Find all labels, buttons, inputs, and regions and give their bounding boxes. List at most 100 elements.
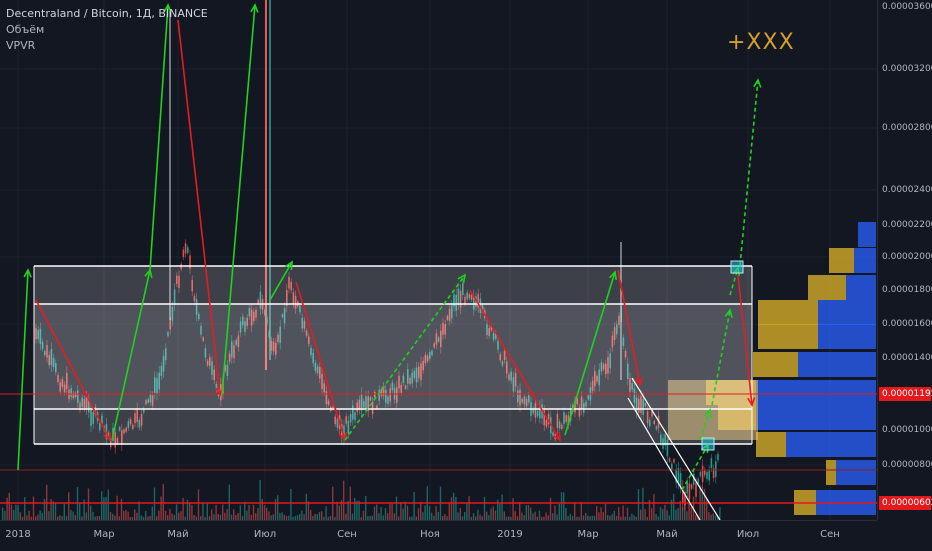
volume-bar xyxy=(92,511,94,520)
price-axis[interactable]: 0.00003600 0.00003200 0.00002800 0.00002400… xyxy=(877,0,932,520)
candle-body xyxy=(715,461,717,478)
volume-bar xyxy=(164,510,167,520)
volume-bar xyxy=(527,505,530,520)
volume-bar xyxy=(472,513,475,520)
volume-bar xyxy=(41,512,43,520)
volume-bar xyxy=(417,508,420,520)
volume-bar xyxy=(277,495,279,520)
volume-bar xyxy=(123,511,125,520)
volume-bar xyxy=(87,488,90,520)
vpvr-bar xyxy=(758,300,818,325)
vpvr-bar xyxy=(858,222,876,247)
volume-bar xyxy=(101,491,103,520)
volume-bar xyxy=(301,510,303,520)
volume-bar xyxy=(336,501,338,520)
volume-bar xyxy=(552,513,554,520)
price-tick: 0.00002200 xyxy=(882,220,932,230)
chart-legend: Decentraland / Bitcoin, 1Д, BINANCE Объё… xyxy=(6,6,208,54)
volume-bar xyxy=(211,509,213,520)
candle-body xyxy=(686,482,688,494)
chart-area[interactable]: Decentraland / Bitcoin, 1Д, BINANCE Объё… xyxy=(0,0,932,551)
candle-body xyxy=(706,472,708,479)
volume-bar xyxy=(261,498,263,520)
trend-arrow xyxy=(17,269,29,471)
volume-bar xyxy=(413,491,415,520)
volume-bar xyxy=(626,507,629,520)
volume-bar xyxy=(239,505,241,520)
vpvr-indicator-label[interactable]: VPVR xyxy=(6,38,208,54)
volume-bar xyxy=(215,504,217,520)
volume-bar xyxy=(125,509,127,520)
candle-body xyxy=(673,459,675,463)
volume-bar xyxy=(79,503,81,520)
volume-bar xyxy=(666,510,668,520)
symbol-title[interactable]: Decentraland / Bitcoin, 1Д, BINANCE xyxy=(6,6,208,22)
volume-bar xyxy=(162,483,164,520)
volume-bar xyxy=(153,487,156,520)
volume-bar xyxy=(677,508,679,520)
volume-bar xyxy=(380,506,382,520)
volume-bar xyxy=(354,497,356,520)
price-tick: 0.00001600 xyxy=(882,319,932,329)
volume-bar xyxy=(384,508,387,520)
volume-bar xyxy=(279,512,281,520)
volume-bar xyxy=(642,487,644,520)
volume-bar xyxy=(24,497,26,520)
volume-bar xyxy=(244,501,246,520)
volume-bar xyxy=(453,492,455,520)
volume-bar xyxy=(395,496,398,520)
volume-bar xyxy=(424,505,426,520)
volume-bar xyxy=(534,511,536,520)
time-tick: Сен xyxy=(820,529,840,540)
volume-bar xyxy=(13,509,15,520)
volume-bar xyxy=(343,480,345,520)
volume-bar xyxy=(70,509,72,520)
volume-bar xyxy=(580,502,582,520)
volume-indicator-label[interactable]: Объём xyxy=(6,22,208,38)
volume-bar xyxy=(10,504,13,520)
volume-bar xyxy=(560,492,563,520)
volume-bar xyxy=(490,508,492,520)
volume-bar xyxy=(318,512,321,520)
vpvr-bar xyxy=(818,300,876,325)
vpvr-bar xyxy=(753,352,798,377)
volume-bar xyxy=(521,512,523,520)
volume-bar xyxy=(378,513,380,520)
volume-bar xyxy=(457,512,459,520)
volume-bar xyxy=(501,494,503,520)
vpvr-bar xyxy=(786,432,876,457)
volume-bar xyxy=(206,503,208,520)
volume-bar xyxy=(662,508,664,520)
volume-bar xyxy=(28,510,30,520)
volume-bar xyxy=(338,505,340,520)
volume-bar xyxy=(6,497,8,520)
volume-bar xyxy=(103,497,105,520)
volume-bar xyxy=(686,511,688,520)
vpvr-bar xyxy=(854,248,876,273)
volume-bar xyxy=(17,504,19,520)
volume-bar xyxy=(532,513,534,520)
volume-bar xyxy=(613,510,615,520)
volume-bar xyxy=(226,509,228,520)
volume-bar xyxy=(400,502,402,520)
volume-bar xyxy=(492,506,494,520)
candle-body xyxy=(690,484,693,489)
time-tick: 2019 xyxy=(497,529,523,540)
volume-bar xyxy=(19,512,21,520)
volume-bar xyxy=(136,512,138,520)
volume-bar xyxy=(222,504,224,520)
volume-bar xyxy=(321,511,323,520)
volume-layer xyxy=(2,479,721,520)
volume-bar xyxy=(708,512,710,520)
price-tick: 0.00000800 xyxy=(882,460,932,470)
time-axis[interactable]: 2018 Мар Май Июл Сен Ноя 2019 Мар Май Июл Сен xyxy=(0,520,877,551)
volume-bar xyxy=(644,509,646,520)
price-chart[interactable] xyxy=(0,0,877,520)
volume-bar xyxy=(675,509,677,520)
price-tick: 0.00002000 xyxy=(882,252,932,262)
channel-layer xyxy=(0,265,877,520)
volume-bar xyxy=(290,488,292,520)
price-tick: 0.00001000 xyxy=(882,425,932,435)
volume-bar xyxy=(690,506,692,520)
volume-bar xyxy=(455,496,457,520)
